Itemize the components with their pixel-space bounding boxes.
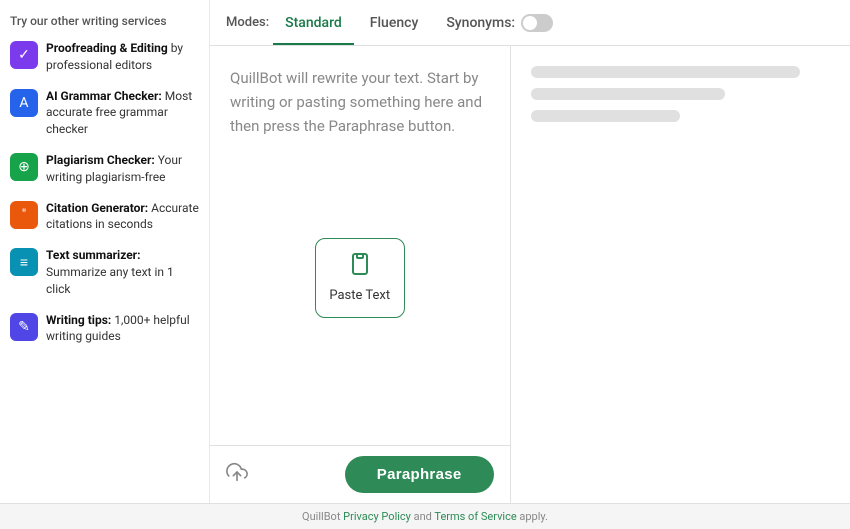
- editor-bottom-bar: Paraphrase: [210, 445, 510, 503]
- sidebar-text-grammar: AI Grammar Checker: Most accurate free g…: [46, 88, 199, 138]
- sidebar-item-summarizer[interactable]: ≡ Text summarizer: Summarize any text in…: [10, 247, 199, 297]
- skeleton-line-1: [531, 66, 801, 78]
- editor-pane: QuillBot will rewrite your text. Start b…: [210, 46, 850, 503]
- upload-icon[interactable]: [226, 461, 248, 488]
- footer: QuillBot Privacy Policy and Terms of Ser…: [0, 503, 850, 529]
- synonyms-toggle[interactable]: [521, 14, 553, 32]
- tab-fluency[interactable]: Fluency: [358, 3, 431, 45]
- skeleton-line-3: [531, 110, 681, 122]
- editor-left: QuillBot will rewrite your text. Start b…: [210, 46, 511, 503]
- tab-standard[interactable]: Standard: [273, 3, 354, 45]
- sidebar-item-plagiarism[interactable]: ⊕ Plagiarism Checker: Your writing plagi…: [10, 152, 199, 186]
- footer-text-after: apply.: [517, 510, 548, 523]
- skeleton-line-2: [531, 88, 726, 100]
- editor-text-area[interactable]: QuillBot will rewrite your text. Start b…: [210, 46, 510, 445]
- sidebar-text-proofreading: Proofreading & Editing by professional e…: [46, 40, 199, 74]
- sidebar-item-citation[interactable]: " Citation Generator: Accurate citations…: [10, 200, 199, 234]
- paraphrase-button[interactable]: Paraphrase: [345, 456, 494, 493]
- sidebar-text-plagiarism: Plagiarism Checker: Your writing plagiar…: [46, 152, 199, 186]
- sidebar-icon-summarizer: ≡: [10, 248, 38, 276]
- sidebar-item-writing-tips[interactable]: ✎ Writing tips: 1,000+ helpful writing g…: [10, 312, 199, 346]
- clipboard-icon: [348, 252, 372, 282]
- privacy-policy-link[interactable]: Privacy Policy: [343, 510, 411, 523]
- modes-label: Modes:: [226, 15, 269, 30]
- content-area: Modes: Standard Fluency Synonyms: QuillB…: [210, 0, 850, 503]
- sidebar-icon-writing-tips: ✎: [10, 313, 38, 341]
- editor-right: [511, 46, 850, 503]
- sidebar-icon-citation: ": [10, 201, 38, 229]
- footer-text-mid: and: [411, 510, 435, 523]
- main-layout: Try our other writing services ✓ Proofre…: [0, 0, 850, 503]
- sidebar: Try our other writing services ✓ Proofre…: [0, 0, 210, 503]
- sidebar-icon-grammar: A: [10, 89, 38, 117]
- footer-text-before: QuillBot: [302, 510, 343, 523]
- paste-label: Paste Text: [329, 288, 390, 303]
- synonyms-label: Synonyms:: [446, 15, 515, 31]
- sidebar-text-citation: Citation Generator: Accurate citations i…: [46, 200, 199, 234]
- tabs-bar: Modes: Standard Fluency Synonyms:: [210, 0, 850, 46]
- placeholder-text: QuillBot will rewrite your text. Start b…: [230, 66, 490, 138]
- sidebar-text-summarizer: Text summarizer: Summarize any text in 1…: [46, 247, 199, 297]
- sidebar-item-proofreading[interactable]: ✓ Proofreading & Editing by professional…: [10, 40, 199, 74]
- tab-synonyms[interactable]: Synonyms:: [434, 2, 565, 46]
- sidebar-text-writing-tips: Writing tips: 1,000+ helpful writing gui…: [46, 312, 199, 346]
- paste-button[interactable]: Paste Text: [315, 238, 405, 318]
- terms-of-service-link[interactable]: Terms of Service: [434, 510, 516, 523]
- sidebar-item-grammar[interactable]: A AI Grammar Checker: Most accurate free…: [10, 88, 199, 138]
- sidebar-title: Try our other writing services: [10, 14, 199, 28]
- sidebar-icon-plagiarism: ⊕: [10, 153, 38, 181]
- sidebar-icon-proofreading: ✓: [10, 41, 38, 69]
